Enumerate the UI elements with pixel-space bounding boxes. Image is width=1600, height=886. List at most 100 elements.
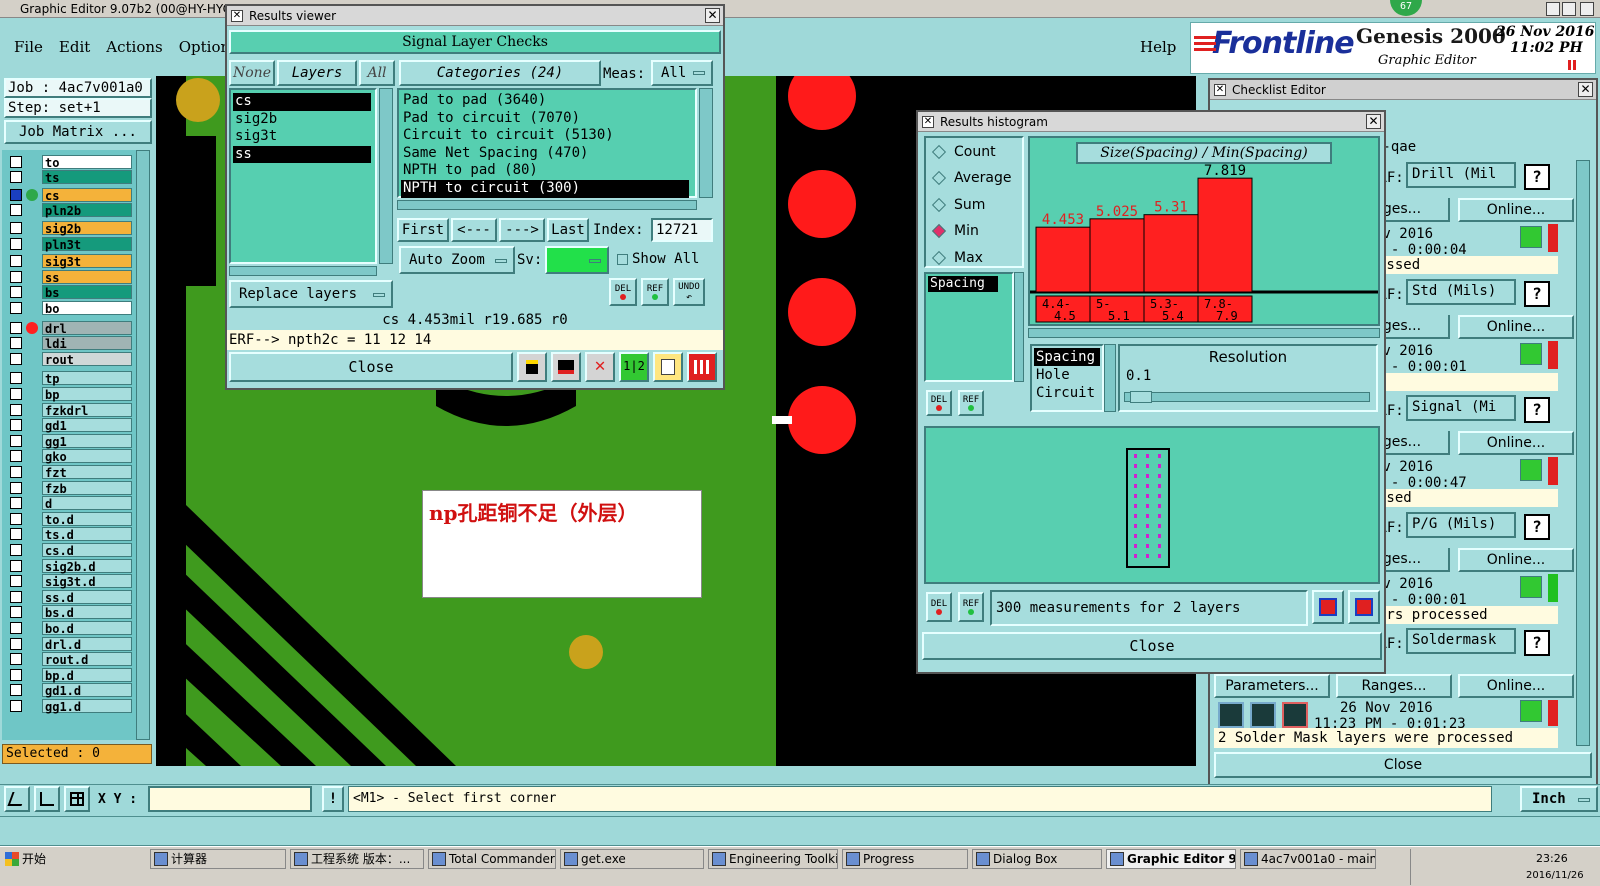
xy-input[interactable] (148, 786, 312, 812)
taskbar-item[interactable]: 计算器 (150, 849, 286, 869)
layer-row[interactable]: rout.d (6, 652, 132, 667)
layer-checkbox[interactable] (10, 352, 22, 365)
categories-vscroll[interactable] (699, 88, 713, 198)
layer-row[interactable]: fzb (6, 480, 132, 496)
online-button[interactable]: Online... (1458, 431, 1574, 455)
layer-row[interactable]: rout (6, 351, 132, 367)
erf-field[interactable]: Std (Mils) (1406, 278, 1516, 305)
taskbar-item[interactable]: 4ac7v001a0 - main... (1240, 849, 1376, 869)
histogram-list-item[interactable]: Spacing (928, 276, 998, 292)
zoom-icon[interactable] (1520, 226, 1542, 248)
layer-checkbox[interactable] (10, 465, 22, 478)
taskbar-item[interactable]: Engineering Toolkit ... (708, 849, 838, 869)
preview-del-button[interactable]: DEL (926, 592, 952, 622)
taskbar-item[interactable]: Progress (842, 849, 968, 869)
histogram-tool-icon[interactable] (687, 352, 717, 382)
taskbar-item[interactable]: get.exe (560, 849, 704, 869)
undo-button[interactable]: UNDO ↶ (673, 278, 705, 306)
layer-row[interactable]: to.d (6, 511, 132, 527)
pause-icon[interactable] (1568, 60, 1576, 70)
layer-row[interactable]: pln2b (6, 203, 132, 218)
menu-actions[interactable]: Actions (106, 38, 162, 56)
layer-row[interactable]: cs (6, 187, 132, 203)
layer-checkbox[interactable] (10, 270, 22, 283)
show-all-checkbox[interactable] (617, 254, 628, 265)
layer-row[interactable]: bo.d (6, 620, 132, 636)
layer-row[interactable]: gd1.d (6, 683, 132, 698)
compare-tool-icon[interactable]: 1|2 (619, 352, 649, 382)
run-icon-2[interactable] (1250, 702, 1276, 728)
category-item[interactable]: Pad to pad (3640) (401, 92, 689, 110)
layer-row[interactable]: gg1 (6, 433, 132, 449)
layer-checkbox[interactable] (10, 606, 22, 619)
layer-checkbox[interactable] (10, 188, 22, 201)
param-item[interactable]: Circuit (1034, 384, 1100, 402)
layer-row[interactable]: d (6, 496, 132, 511)
last-button[interactable]: Last (547, 218, 589, 242)
layer-checkbox[interactable] (10, 637, 22, 650)
report-tool-icon[interactable] (653, 352, 683, 382)
zoom-icon[interactable] (1520, 700, 1542, 722)
layer-checkbox[interactable] (10, 543, 22, 556)
layer-row[interactable]: drl (6, 320, 132, 336)
category-item[interactable]: NPTH to pad (80) (401, 162, 689, 180)
prev-button[interactable]: <--- (451, 218, 497, 242)
menu-file[interactable]: File (14, 38, 43, 56)
draw-tool-icon[interactable] (4, 786, 30, 812)
del-button[interactable]: DEL (609, 278, 637, 306)
layer-checkbox[interactable] (10, 221, 22, 234)
layer-row[interactable]: drl.d (6, 636, 132, 652)
chart-hscroll[interactable] (1028, 328, 1380, 338)
param-list-scroll[interactable] (1104, 344, 1116, 412)
erf-field[interactable]: Soldermask (1406, 628, 1516, 654)
layer-checkbox[interactable] (10, 497, 22, 510)
zoom-icon[interactable] (1520, 575, 1542, 598)
layer-checkbox[interactable] (10, 434, 22, 447)
layer-row[interactable]: gg1.d (6, 698, 132, 714)
layers-list-vscroll[interactable] (379, 88, 393, 264)
mode-radio-max[interactable]: Max (928, 246, 1020, 270)
help-button[interactable]: ? (1524, 630, 1550, 656)
layer-checkbox[interactable] (10, 286, 22, 299)
layer-checkbox[interactable] (10, 575, 22, 588)
rv-layer-item[interactable]: cs (233, 93, 371, 111)
menu-help[interactable]: Help (1140, 38, 1176, 56)
taskbar-item[interactable]: Total Commander 7.... (428, 849, 556, 869)
highlight-tool-icon[interactable] (517, 352, 547, 382)
layer-row[interactable]: sig3t.d (6, 574, 132, 589)
results-close-button[interactable]: Close (229, 352, 513, 382)
export-icon-2[interactable] (1348, 590, 1380, 624)
layer-row[interactable]: ss (6, 269, 132, 285)
remove-tool-icon[interactable]: ✕ (585, 352, 615, 382)
histogram-list-scroll[interactable] (1014, 272, 1024, 382)
replace-layers-dropdown[interactable]: Replace layers (229, 280, 393, 308)
erf-field[interactable]: P/G (Mils) (1406, 511, 1516, 538)
window-close-button[interactable] (1580, 2, 1594, 16)
layer-checkbox[interactable] (10, 653, 22, 666)
layer-row[interactable]: bs (6, 285, 132, 300)
layer-checkbox[interactable] (10, 403, 22, 416)
hist-del-button[interactable]: DEL (926, 390, 952, 416)
next-button[interactable]: ---> (499, 218, 545, 242)
taskbar-item[interactable]: 工程系统 版本：... (290, 849, 424, 869)
layer-checkbox[interactable] (10, 481, 22, 494)
histogram-bar[interactable] (1197, 177, 1253, 293)
layer-checkbox[interactable] (10, 301, 22, 314)
rv-layer-item[interactable]: sig3t (233, 128, 371, 146)
hist-ref-button[interactable]: REF (958, 390, 984, 416)
resolution-slider-thumb[interactable] (1130, 391, 1152, 403)
ranges-button[interactable]: Ranges... (1336, 674, 1452, 698)
export-icon-1[interactable] (1312, 590, 1344, 624)
zoom-icon[interactable] (1520, 342, 1542, 365)
none-button[interactable]: None (229, 60, 275, 86)
layer-checkbox[interactable] (10, 171, 22, 184)
index-input[interactable]: 12721 (651, 218, 713, 242)
mode-radio-sum[interactable]: Sum (928, 193, 1020, 217)
layer-row[interactable]: ts.d (6, 527, 132, 542)
rv-layer-item[interactable]: ss (233, 145, 371, 164)
layer-list-scrollbar[interactable] (136, 150, 150, 740)
mode-radio-average[interactable]: Average (928, 166, 1020, 190)
layer-row[interactable]: sig3t (6, 254, 132, 269)
sv-color-dropdown[interactable] (545, 246, 609, 274)
layer-checkbox[interactable] (10, 372, 22, 385)
